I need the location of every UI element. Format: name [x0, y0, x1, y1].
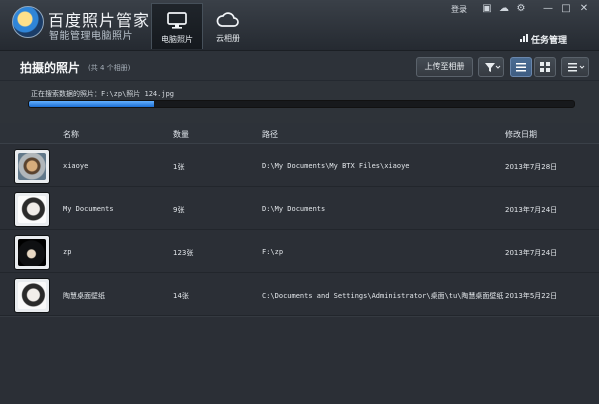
upload-to-album-button[interactable]: 上传至相册: [416, 57, 473, 77]
task-manager-label: 任务管理: [530, 36, 567, 46]
monitor-icon: [167, 12, 187, 29]
album-thumbnail: [18, 196, 46, 223]
album-thumbnail-frame: [14, 149, 50, 184]
album-thumbnail-frame: [14, 235, 50, 270]
header-path[interactable]: 路径: [262, 129, 278, 140]
table-row[interactable]: My Documents 9张 D:\My Documents 2013年7月2…: [0, 187, 599, 230]
scan-progress-area: 正在搜索数据的照片：F:\zp\照片 124.jpg: [0, 81, 599, 123]
tab-label: 电脑照片: [161, 35, 193, 44]
cloud-sync-icon[interactable]: ☁: [499, 4, 509, 14]
album-date: 2013年7月24日: [505, 206, 558, 214]
cloud-icon: [216, 12, 239, 27]
app-subtitle: 智能管理电脑照片: [49, 31, 133, 42]
upload-label: 上传至相册: [424, 62, 465, 71]
menu-icon: [568, 63, 585, 72]
section-title: 拍摄的照片: [20, 61, 81, 75]
header-count[interactable]: 数量: [173, 129, 189, 140]
task-manager-button[interactable]: 任务管理: [519, 33, 567, 46]
toolbar: 拍摄的照片 (共 4 个相册) 上传至相册: [0, 51, 599, 81]
album-thumbnail: [18, 153, 46, 180]
album-date: 2013年7月28日: [505, 163, 558, 171]
album-count: 9张: [173, 206, 185, 214]
grid-view-icon: [540, 62, 550, 72]
album-count: 123张: [173, 249, 194, 257]
album-path: C:\Documents and Settings\Administrator\…: [262, 292, 504, 300]
app-logo: [12, 6, 44, 38]
table-row[interactable]: zp 123张 F:\zp 2013年7月24日: [0, 230, 599, 273]
tab-label: 云相册: [216, 34, 240, 43]
album-name: 陶慧桌面壁纸: [63, 292, 105, 300]
chart-bars-icon: [519, 34, 528, 42]
album-name: zp: [63, 248, 72, 256]
header-name[interactable]: 名称: [63, 129, 79, 140]
list-view-button[interactable]: [510, 57, 532, 77]
maximize-icon[interactable]: □: [561, 4, 571, 14]
album-path: D:\My Documents\My BTX Files\xiaoye: [262, 162, 410, 170]
album-thumbnail-frame: [14, 278, 50, 313]
table-row[interactable]: xiaoye 1张 D:\My Documents\My BTX Files\x…: [0, 144, 599, 187]
title-bar: 百度照片管家 智能管理电脑照片 电脑照片 云相册 登录 ▣ ☁ ⚙ — □ ✕ …: [0, 0, 599, 51]
table-divider: [0, 316, 599, 317]
filter-button[interactable]: [478, 57, 504, 77]
album-count: 1张: [173, 163, 185, 171]
login-link[interactable]: 登录: [451, 4, 467, 15]
scan-progress-bar: [28, 100, 575, 108]
album-count: (共 4 个相册): [88, 64, 131, 72]
album-thumbnail-frame: [14, 192, 50, 227]
list-view-icon: [516, 63, 526, 72]
album-count: 14张: [173, 292, 189, 300]
album-path: D:\My Documents: [262, 205, 326, 213]
album-thumbnail: [18, 239, 46, 266]
message-icon[interactable]: ▣: [482, 4, 492, 14]
filter-icon: [485, 63, 501, 72]
scan-progress-fill: [29, 101, 155, 107]
grid-view-button[interactable]: [534, 57, 556, 77]
table-header: 名称 数量 路径 修改日期: [0, 123, 599, 144]
tab-computer-photos[interactable]: 电脑照片: [151, 3, 203, 49]
album-date: 2013年5月22日: [505, 292, 558, 300]
album-name: My Documents: [63, 205, 114, 213]
menu-button[interactable]: [561, 57, 589, 77]
close-icon[interactable]: ✕: [579, 4, 589, 14]
tab-cloud-album[interactable]: 云相册: [203, 3, 253, 48]
minimize-icon[interactable]: —: [543, 4, 553, 14]
album-thumbnail: [18, 282, 46, 309]
scan-status-text: 正在搜索数据的照片：F:\zp\照片 124.jpg: [31, 90, 175, 98]
header-modified-date[interactable]: 修改日期: [505, 129, 537, 140]
album-table: 名称 数量 路径 修改日期 xiaoye 1张 D:\My Documents\…: [0, 123, 599, 404]
album-name: xiaoye: [63, 162, 89, 170]
album-date: 2013年7月24日: [505, 249, 558, 257]
table-row[interactable]: 陶慧桌面壁纸 14张 C:\Documents and Settings\Adm…: [0, 273, 599, 316]
window-actions: 登录 ▣ ☁ ⚙ — □ ✕: [451, 4, 591, 18]
settings-icon[interactable]: ⚙: [516, 4, 526, 14]
album-path: F:\zp: [262, 248, 284, 256]
